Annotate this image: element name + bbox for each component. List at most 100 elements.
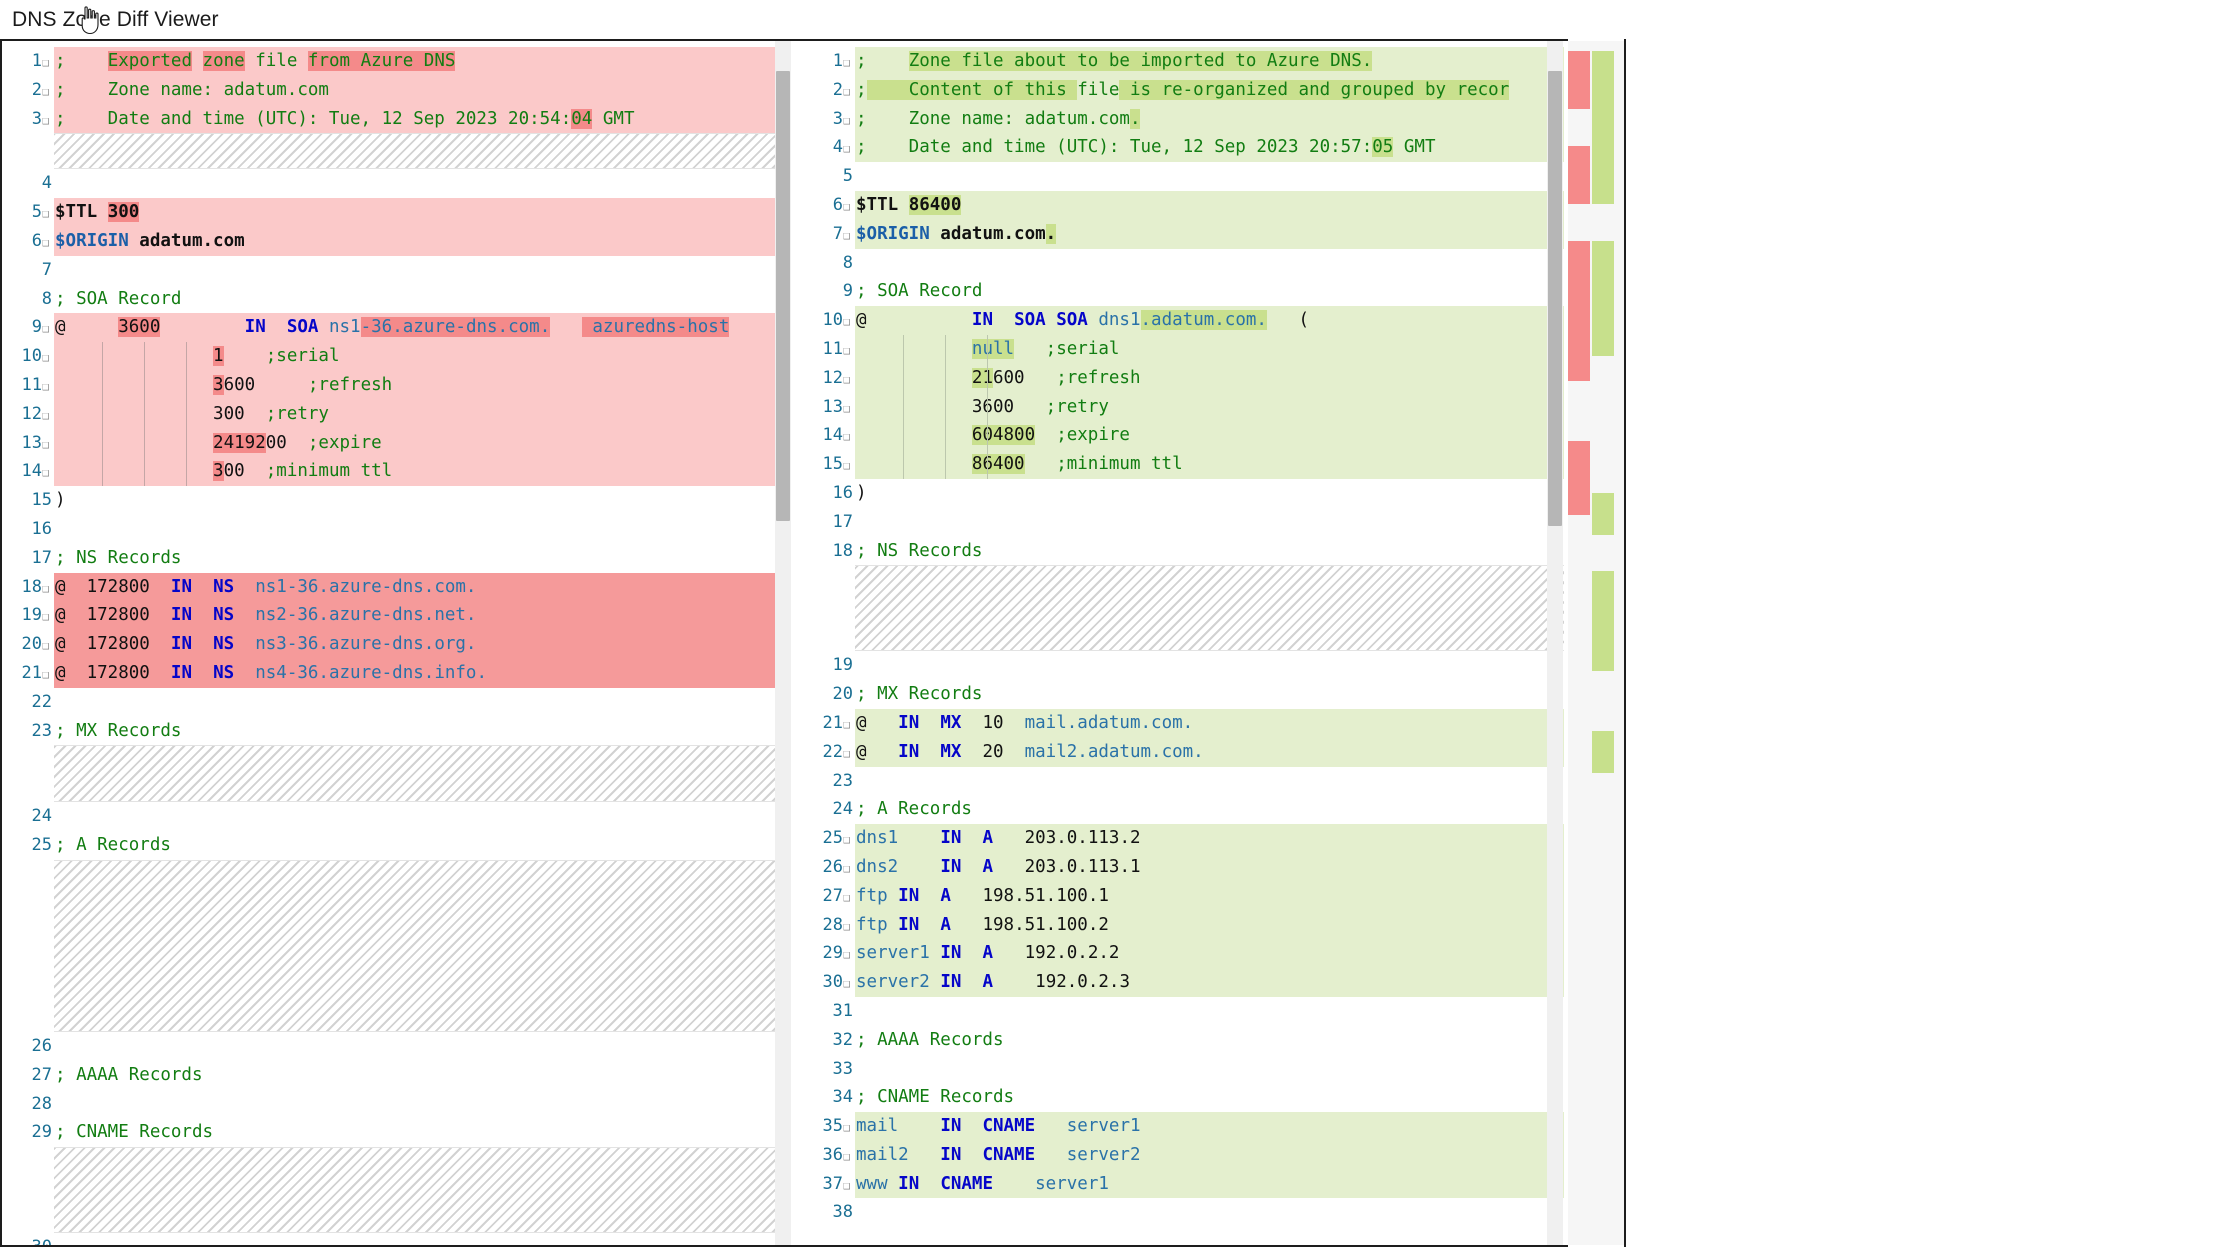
code-line-row[interactable]: 6❑ $TTL 86400	[803, 190, 1564, 220]
line-number: 9	[842, 281, 853, 302]
code-line-row[interactable]: 29❑ server1 IN A 192.0.2.2	[803, 939, 1564, 969]
overview-ruler-track[interactable]	[1568, 41, 1624, 1245]
left-scrollbar-thumb[interactable]	[776, 71, 790, 521]
code-line-row[interactable]: 7	[2, 255, 791, 285]
ruler-insertion-marker[interactable]	[1592, 51, 1614, 151]
ruler-deletion-marker[interactable]	[1568, 441, 1590, 515]
code-line-row[interactable]: 4	[2, 169, 791, 199]
code-line-row[interactable]: 15❑ 86400 ;minimum ttl	[803, 450, 1564, 479]
ruler-insertion-marker[interactable]	[1592, 571, 1614, 671]
right-pane-scrollbar[interactable]	[1547, 41, 1563, 1245]
code-token: 172800	[86, 634, 150, 655]
overview-ruler[interactable]	[1568, 39, 1624, 1247]
code-line-row[interactable]: 20❑ @ 172800 IN NS ns3-36.azure-dns.org.	[2, 630, 791, 659]
code-line-row[interactable]: 18; NS Records	[803, 536, 1564, 566]
code-line-row[interactable]: 5	[803, 162, 1564, 191]
code-line-row[interactable]: 12❑ 21600 ;refresh	[803, 363, 1564, 393]
code-line-row[interactable]: 5❑ $TTL 300	[2, 198, 791, 227]
code-line-row[interactable]: 14❑ 300 ;minimum ttl	[2, 457, 791, 487]
code-token: NS	[213, 662, 235, 683]
code-line-row[interactable]: 7❑ $ORIGIN adatum.com.	[803, 219, 1564, 249]
code-line-row[interactable]: 32; AAAA Records	[803, 1025, 1564, 1055]
code-line-row[interactable]: 12❑ 300 ;retry	[2, 399, 791, 429]
ruler-insertion-marker[interactable]	[1592, 731, 1614, 773]
left-pane-scrollbar[interactable]	[775, 41, 791, 1245]
code-line-row[interactable]: 3❑; Date and time (UTC): Tue, 12 Sep 202…	[2, 104, 791, 134]
code-line-row[interactable]: 2❑; Zone name: adatum.com	[2, 75, 791, 105]
code-token: IN	[170, 605, 192, 626]
right-scrollbar-thumb[interactable]	[1548, 71, 1562, 526]
code-line-row[interactable]: 1❑; Zone file about to be imported to Az…	[803, 47, 1564, 76]
code-line-row[interactable]: 35❑ mail IN CNAME server1	[803, 1112, 1564, 1141]
code-line-row[interactable]: 20; MX Records	[803, 680, 1564, 709]
code-line-row[interactable]: 34; CNAME Records	[803, 1083, 1564, 1113]
code-line-row[interactable]: 37❑ www IN CNAME server1	[803, 1169, 1564, 1199]
code-line-row[interactable]: 8	[803, 248, 1564, 278]
code-line-row[interactable]: 25❑ dns1 IN A 203.0.113.2	[803, 824, 1564, 853]
code-line-row[interactable]: 26❑ dns2 IN A 203.0.113.1	[803, 852, 1564, 882]
code-line-row[interactable]: 3❑; Zone name: adatum.com.	[803, 104, 1564, 134]
code-line-row[interactable]: 8; SOA Record	[2, 284, 791, 314]
line-number: 8	[41, 288, 52, 309]
ruler-deletion-marker[interactable]	[1568, 146, 1590, 204]
ruler-insertion-marker[interactable]	[1592, 146, 1614, 204]
code-line-row[interactable]: 24; A Records	[803, 795, 1564, 825]
code-line-row[interactable]: 13❑ 3600 ;retry	[803, 392, 1564, 422]
code-line-row[interactable]: 30❑ server2 IN A 192.0.2.3	[803, 968, 1564, 997]
code-line-row[interactable]: 16)	[803, 478, 1564, 508]
right-diff-pane[interactable]: 1❑; Zone file about to be imported to Az…	[803, 41, 1564, 1245]
code-line-row[interactable]: 14❑ 604800 ;expire	[803, 421, 1564, 451]
code-line-row[interactable]: 10❑ 1 ;serial	[2, 342, 791, 371]
code-line-row[interactable]: 13❑ 2419200 ;expire	[2, 428, 791, 458]
code-line-row[interactable]: 2❑; Content of this file is re-organized…	[803, 75, 1564, 105]
code-line-row[interactable]: 18❑ @ 172800 IN NS ns1-36.azure-dns.com.	[2, 572, 791, 602]
code-line-row[interactable]: 10❑ @ IN SOA SOA dns1.adatum.com. (	[803, 306, 1564, 335]
code-line-row[interactable]: 1❑; Exported zone file from Azure DNS	[2, 47, 791, 76]
code-line-row[interactable]: 28❑ ftp IN A 198.51.100.2	[803, 910, 1564, 940]
code-line-row[interactable]: 6❑ $ORIGIN adatum.com	[2, 226, 791, 256]
left-diff-pane[interactable]: 1❑; Exported zone file from Azure DNS 2❑;…	[2, 41, 791, 1245]
change-marker-icon: ❑	[843, 1120, 851, 1135]
ruler-insertion-marker[interactable]	[1592, 493, 1614, 535]
ruler-deletion-marker[interactable]	[1568, 51, 1590, 109]
code-line-row[interactable]: 33	[803, 1054, 1564, 1084]
code-line-row[interactable]: 16	[2, 514, 791, 544]
code-line-row[interactable]: 11❑ 3600 ;refresh	[2, 370, 791, 400]
code-line-row[interactable]: 23	[803, 766, 1564, 796]
code-line-row[interactable]: 25; A Records	[2, 831, 791, 860]
code-line-row[interactable]: 28	[2, 1089, 791, 1119]
code-line-row[interactable]: 17; NS Records	[2, 543, 791, 573]
code-line-row[interactable]: 23; MX Records	[2, 716, 791, 746]
code-line-row[interactable]: 31	[803, 996, 1564, 1026]
code-line-row[interactable]: 9❑ @ 3600 IN SOA ns1-36.azure-dns.com. az…	[2, 313, 791, 343]
code-line-row[interactable]: 27; AAAA Records	[2, 1060, 791, 1090]
line-number-gutter: 6❑	[2, 226, 54, 256]
code-line-row[interactable]: 4❑; Date and time (UTC): Tue, 12 Sep 202…	[803, 133, 1564, 163]
code-line-row[interactable]: 9; SOA Record	[803, 277, 1564, 307]
code-line-row[interactable]: 11❑ null ;serial	[803, 334, 1564, 364]
code-line-row[interactable]: 19	[803, 651, 1564, 681]
code-line-row[interactable]: 38	[803, 1198, 1564, 1228]
code-line-content	[54, 688, 791, 717]
code-token: 600	[223, 374, 256, 395]
line-number-gutter: 19❑	[2, 601, 54, 631]
code-line-row[interactable]: 22❑ @ IN MX 20 mail2.adatum.com.	[803, 737, 1564, 767]
code-line-row[interactable]: 21❑ @ IN MX 10 mail.adatum.com.	[803, 708, 1564, 738]
code-line-row[interactable]: 27❑ ftp IN A 198.51.100.1	[803, 881, 1564, 911]
code-line-row[interactable]: 22	[2, 687, 791, 717]
code-line-row[interactable]: 19❑ @ 172800 IN NS ns2-36.azure-dns.net.	[2, 601, 791, 631]
code-line-row[interactable]: 15)	[2, 486, 791, 515]
code-line-row[interactable]: 21❑ @ 172800 IN NS ns4-36.azure-dns.info.	[2, 658, 791, 688]
code-line-row[interactable]: 26	[2, 1031, 791, 1061]
code-line-row[interactable]: 30	[2, 1233, 791, 1245]
line-number: 23	[31, 720, 52, 741]
ruler-deletion-marker[interactable]	[1568, 241, 1590, 381]
code-line-row[interactable]: 29; CNAME Records	[2, 1118, 791, 1148]
line-number-gutter: 5	[803, 162, 855, 191]
line-number-gutter: 4	[2, 169, 54, 199]
code-token: ns1	[318, 317, 361, 338]
ruler-insertion-marker[interactable]	[1592, 241, 1614, 356]
code-line-row[interactable]: 17	[803, 507, 1564, 537]
code-line-row[interactable]: 24	[2, 802, 791, 832]
code-line-row[interactable]: 36❑ mail2 IN CNAME server2	[803, 1140, 1564, 1170]
